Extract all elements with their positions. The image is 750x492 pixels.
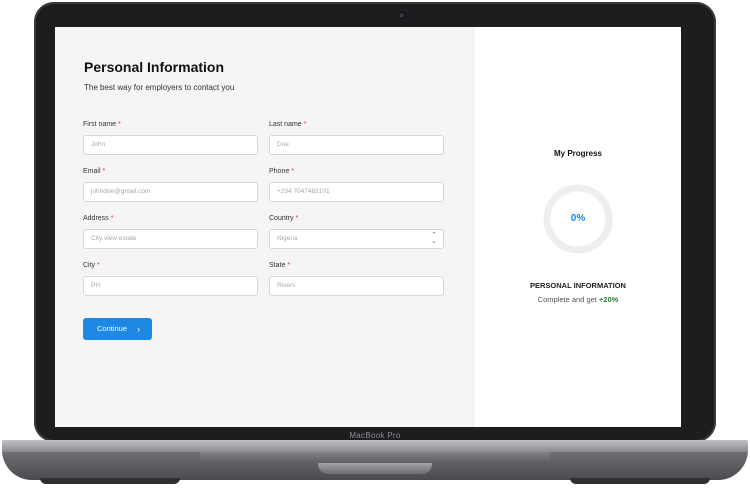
progress-percent: 0%	[570, 213, 586, 224]
progress-cta-text: Complete and get	[537, 295, 597, 304]
last-name-field: Last name * Doe	[269, 121, 444, 155]
required-mark: *	[97, 262, 100, 269]
first-name-field: First name * John	[83, 121, 258, 155]
first-name-label: First name	[83, 121, 117, 128]
laptop-notch	[318, 463, 432, 474]
country-field: Country * Nigeria ⌃ ⌄	[269, 215, 444, 249]
required-mark: *	[102, 168, 106, 175]
form-panel: Personal Information The best way for em…	[55, 27, 473, 427]
phone-label: Phone	[269, 168, 290, 175]
address-field: Address * City view estate	[83, 215, 258, 249]
country-value: Nigeria	[277, 235, 298, 242]
progress-title: My Progress	[553, 149, 603, 158]
page-title: Personal Information	[84, 59, 225, 75]
country-select[interactable]: Nigeria ⌃ ⌄	[269, 229, 444, 249]
country-label: Country	[269, 215, 294, 222]
email-input[interactable]: johndoe@gmail.com	[83, 182, 258, 202]
state-label: State	[269, 262, 286, 269]
required-mark: *	[118, 121, 121, 128]
email-label: Email	[83, 168, 101, 175]
select-caret-icon: ⌃ ⌄	[431, 232, 437, 245]
progress-panel: My Progress 0% PERSONAL INFORMATION Comp…	[473, 27, 681, 427]
first-name-input[interactable]: John	[83, 135, 258, 155]
continue-label: Continue	[97, 324, 128, 333]
laptop-base-top	[2, 440, 748, 452]
progress-cta: Complete and get +20%	[474, 295, 681, 304]
page-subtitle: The best way for employers to contact yo…	[84, 83, 235, 92]
device-label: MacBook Pro	[349, 431, 401, 440]
address-input[interactable]: City view estate	[83, 229, 258, 249]
laptop-foot-left	[40, 478, 180, 484]
phone-field: Phone * +234 7047482101	[269, 168, 444, 202]
state-field: State * Rivers	[269, 262, 444, 296]
required-mark: *	[110, 215, 114, 222]
chevron-right-icon: ›	[137, 324, 140, 334]
last-name-label: Last name	[269, 121, 302, 128]
progress-section-title: PERSONAL INFORMATION	[530, 281, 626, 290]
required-mark: *	[303, 121, 307, 128]
continue-button[interactable]: Continue ›	[83, 318, 152, 340]
city-input[interactable]: PH	[83, 276, 258, 296]
city-field: City * PH	[83, 262, 258, 296]
city-label: City	[83, 262, 96, 269]
address-label: Address	[83, 215, 109, 222]
required-mark: *	[295, 215, 299, 222]
laptop-foot-right	[570, 478, 710, 484]
screen: Personal Information The best way for em…	[55, 27, 681, 427]
state-input[interactable]: Rivers	[269, 276, 444, 296]
required-mark: *	[287, 262, 291, 269]
last-name-input[interactable]: Doe	[269, 135, 444, 155]
phone-input[interactable]: +234 7047482101	[269, 182, 444, 202]
progress-bonus: +20%	[598, 295, 619, 304]
email-field: Email * johndoe@gmail.com	[83, 168, 258, 202]
required-mark: *	[291, 168, 294, 175]
camera-icon	[399, 13, 404, 18]
